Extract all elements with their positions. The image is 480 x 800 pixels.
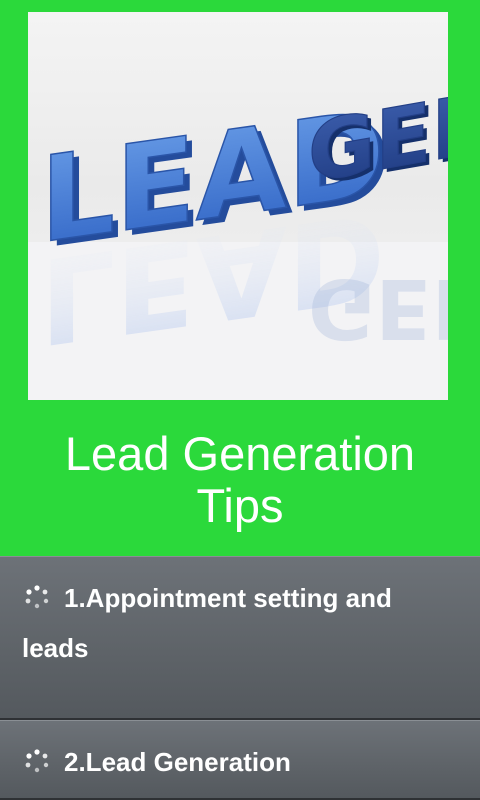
tips-list: 1.Appointment setting and leads 2.Lead G… xyxy=(0,556,480,800)
spinner-dots-icon xyxy=(25,585,49,609)
header-banner: LEAD LEAD LEAD GEN GEN GEN Lead Gener xyxy=(0,0,480,556)
list-item-appointment-setting[interactable]: 1.Appointment setting and leads xyxy=(0,556,480,720)
page-title: Lead Generation Tips xyxy=(0,428,480,532)
gen-word-reflection: GEN xyxy=(308,260,448,355)
page-title-line-1: Lead Generation xyxy=(64,427,416,480)
spinner-dots-icon xyxy=(25,749,49,773)
list-item-lead-generation[interactable]: 2.Lead Generation xyxy=(0,720,480,800)
app-screen: LEAD LEAD LEAD GEN GEN GEN Lead Gener xyxy=(0,0,480,800)
list-item-label: 1.Appointment setting and leads xyxy=(22,583,392,663)
list-item-label: 2.Lead Generation xyxy=(64,747,291,777)
page-title-line-2: Tips xyxy=(196,479,284,532)
lead-gen-image-icon: LEAD LEAD LEAD GEN GEN GEN xyxy=(28,72,448,400)
lead-gen-hero-image: LEAD LEAD LEAD GEN GEN GEN xyxy=(28,12,448,400)
